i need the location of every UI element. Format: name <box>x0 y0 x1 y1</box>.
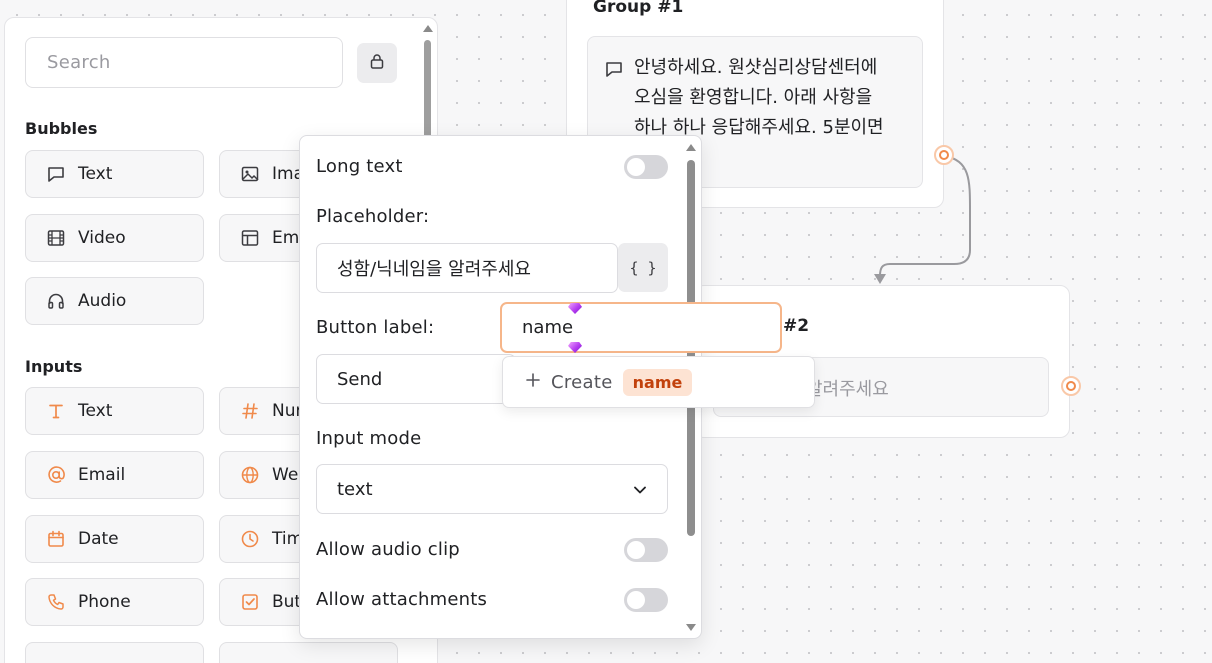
input-text-button[interactable]: Text <box>25 387 204 435</box>
button-label-field[interactable]: Send <box>316 354 516 404</box>
button-label-label: Button label: <box>316 317 435 338</box>
search-input[interactable] <box>25 37 343 88</box>
checkbox-icon <box>240 592 260 612</box>
input-mode-label: Input mode <box>316 428 422 449</box>
section-title-bubbles: Bubbles <box>25 119 98 138</box>
scroll-up-arrow[interactable] <box>423 25 433 32</box>
block-label: But <box>272 592 302 612</box>
group2-endpoint[interactable] <box>1061 376 1081 396</box>
variable-picker-button[interactable]: { } <box>618 243 668 292</box>
bubble-text: 안녕하세요. 원샷심리상담센터에 오심을 환영합니다. 아래 사항을 하나 하나… <box>634 57 884 138</box>
group1-endpoint[interactable] <box>934 145 954 165</box>
headphones-icon <box>46 291 66 311</box>
block-label: Email <box>78 465 126 485</box>
phone-icon <box>46 592 66 612</box>
block-label: Text <box>78 164 113 184</box>
input-date-button[interactable]: Date <box>25 515 204 563</box>
chat-bubble-icon <box>46 164 66 184</box>
long-text-toggle[interactable] <box>624 155 668 179</box>
create-label: Create <box>551 371 613 393</box>
at-icon <box>46 465 66 485</box>
lock-icon <box>368 52 386 74</box>
input-more-button[interactable] <box>25 642 204 663</box>
globe-icon <box>240 465 260 485</box>
block-label: Em <box>272 228 300 248</box>
text-t-icon <box>46 401 66 421</box>
lock-button[interactable] <box>357 43 397 83</box>
long-text-label: Long text <box>316 156 403 177</box>
create-variable-option[interactable]: Create name <box>502 356 815 408</box>
hash-icon <box>240 401 260 421</box>
placeholder-label: Placeholder: <box>316 206 430 227</box>
button-label-value: Send <box>337 368 383 390</box>
bubble-text-button[interactable]: Text <box>25 150 204 198</box>
variable-search-input[interactable] <box>500 302 782 353</box>
allow-attachments-toggle[interactable] <box>624 588 668 612</box>
block-label: Text <box>78 401 113 421</box>
input-mode-value: text <box>337 478 373 500</box>
block-label: Phone <box>78 592 131 612</box>
placeholder-field[interactable]: 성함/닉네임을 알려주세요 <box>316 243 618 293</box>
calendar-icon <box>46 529 66 549</box>
embed-icon <box>240 228 260 248</box>
block-label: Video <box>78 228 126 248</box>
film-icon <box>46 228 66 248</box>
block-label: Date <box>78 529 119 549</box>
group-title: Group #1 <box>593 0 684 17</box>
chat-bubble-icon <box>604 59 624 89</box>
chevron-down-icon <box>633 479 647 500</box>
variable-name-chip: name <box>622 368 693 396</box>
image-icon <box>240 164 260 184</box>
section-title-inputs: Inputs <box>25 357 83 376</box>
input-more-button[interactable] <box>219 642 398 663</box>
block-label: Nur <box>272 401 303 421</box>
bubble-audio-button[interactable]: Audio <box>25 277 204 325</box>
allow-audio-label: Allow audio clip <box>316 539 460 560</box>
scroll-down-arrow[interactable] <box>686 624 696 631</box>
clock-icon <box>240 529 260 549</box>
input-email-button[interactable]: Email <box>25 451 204 499</box>
allow-attachments-label: Allow attachments <box>316 589 488 610</box>
block-label: Audio <box>78 291 127 311</box>
scroll-up-arrow[interactable] <box>686 144 696 151</box>
input-mode-select[interactable]: text <box>316 464 668 514</box>
plus-icon <box>525 372 541 392</box>
placeholder-value: 성함/닉네임을 알려주세요 <box>337 259 531 280</box>
group-title: #2 <box>783 316 810 336</box>
bubble-video-button[interactable]: Video <box>25 214 204 262</box>
allow-audio-toggle[interactable] <box>624 538 668 562</box>
input-phone-button[interactable]: Phone <box>25 578 204 626</box>
